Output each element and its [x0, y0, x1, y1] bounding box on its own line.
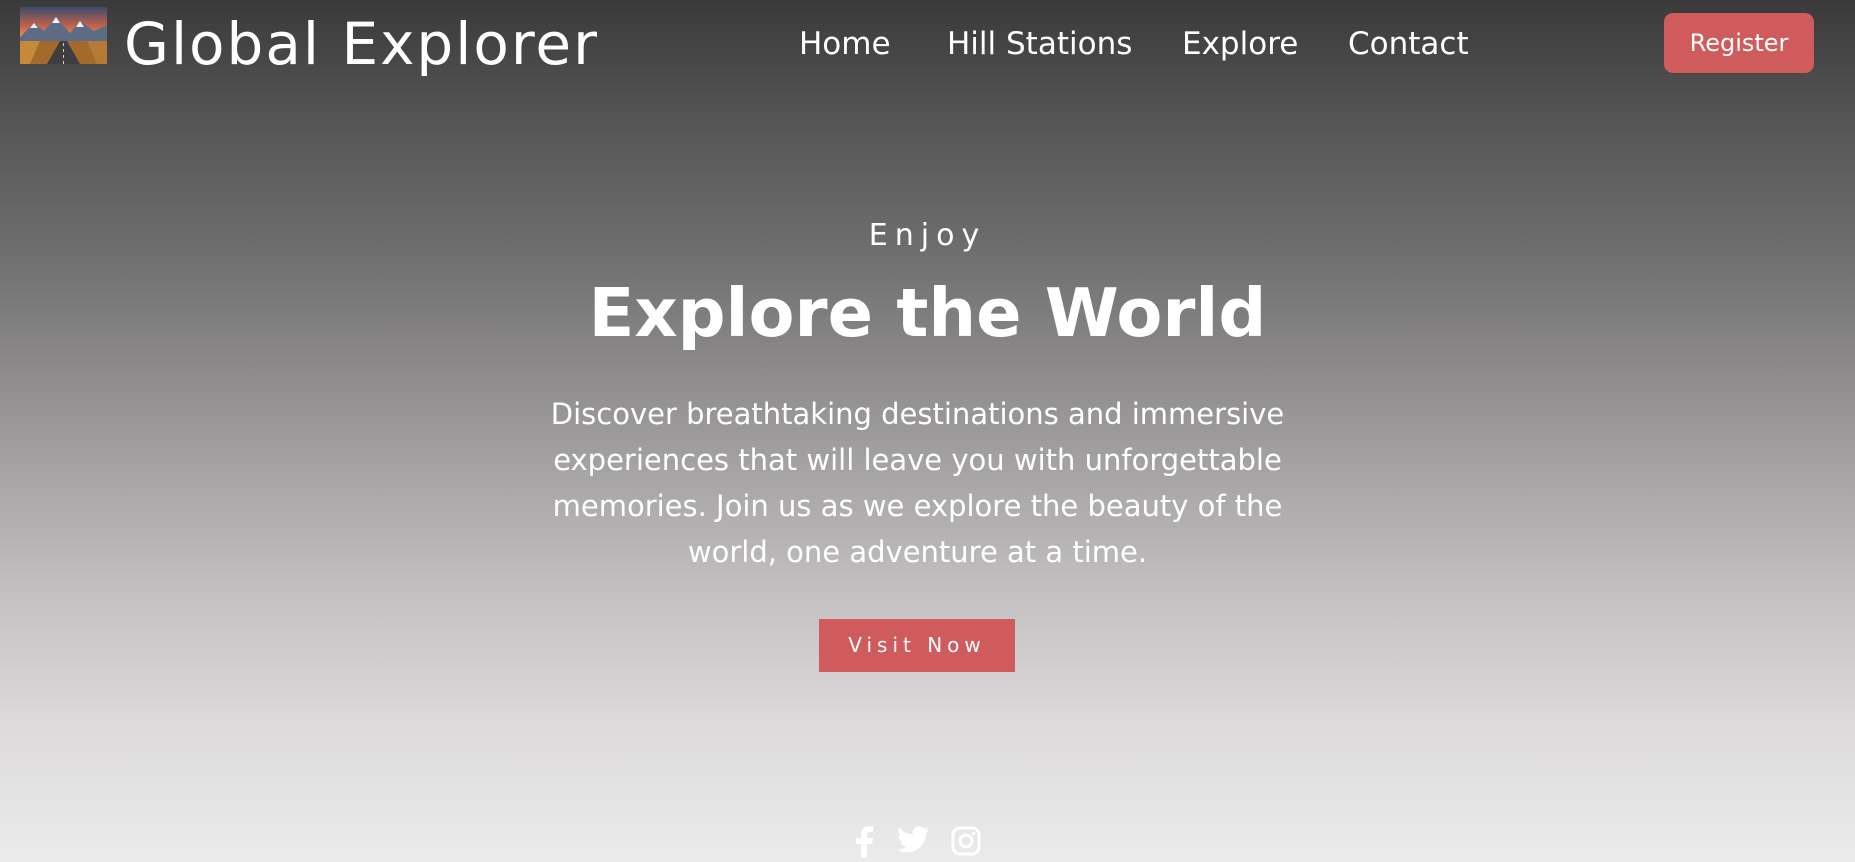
- hero-section: Enjoy Explore the World Discover breatht…: [0, 0, 1855, 862]
- main-nav: Home Hill Stations Explore Contact: [0, 20, 1855, 68]
- hero-description: Discover breathtaking destinations and i…: [550, 397, 1285, 569]
- nav-link-explore[interactable]: Explore: [1182, 20, 1298, 68]
- facebook-icon[interactable]: [853, 826, 875, 862]
- nav-link-hill-stations[interactable]: Hill Stations: [947, 20, 1132, 68]
- twitter-icon[interactable]: [897, 826, 929, 858]
- register-button[interactable]: Register: [1664, 13, 1814, 73]
- social-links: [0, 826, 1855, 862]
- nav-link-home[interactable]: Home: [799, 20, 891, 68]
- visit-now-button[interactable]: Visit Now: [819, 619, 1015, 672]
- hero-title: Explore the World: [588, 274, 1267, 352]
- navbar: Global Explorer Home Hill Stations Explo…: [0, 0, 1855, 88]
- nav-link-contact[interactable]: Contact: [1348, 20, 1469, 68]
- instagram-icon[interactable]: [951, 826, 981, 860]
- hero-kicker: Enjoy: [868, 218, 987, 253]
